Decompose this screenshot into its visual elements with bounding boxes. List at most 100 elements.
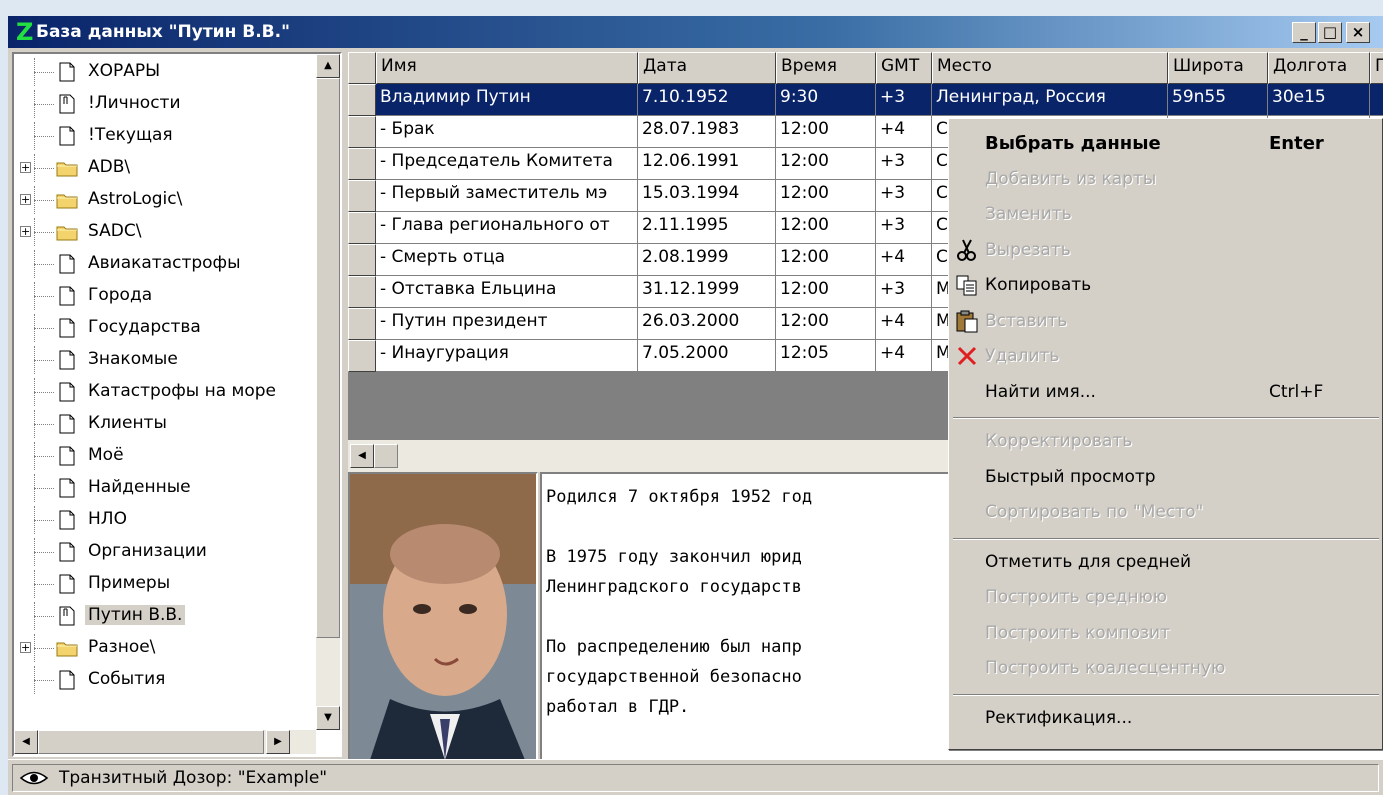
tree-hscroll-thumb[interactable] bbox=[38, 730, 264, 754]
tree-item[interactable]: События bbox=[14, 666, 310, 694]
table-cell[interactable]: +4 bbox=[876, 244, 932, 276]
tree-scroll-up-button[interactable]: ▲ bbox=[316, 54, 340, 78]
column-header[interactable]: Время bbox=[776, 52, 876, 84]
row-indicator[interactable] bbox=[348, 180, 376, 212]
table-cell[interactable]: 2.08.1999 bbox=[638, 244, 776, 276]
table-hscroll-thumb[interactable] bbox=[374, 444, 398, 468]
tree-horizontal-scrollbar[interactable]: ◀ ▶ bbox=[14, 730, 316, 754]
tree-item[interactable]: Клиенты bbox=[14, 410, 310, 438]
table-cell[interactable]: 12:00 bbox=[776, 180, 876, 212]
table-cell[interactable]: Ленинград, Россия bbox=[932, 84, 1168, 116]
row-indicator[interactable] bbox=[348, 84, 376, 116]
tree-item[interactable]: Путин В.В. bbox=[14, 602, 310, 630]
table-cell[interactable]: 12:05 bbox=[776, 340, 876, 372]
table-cell[interactable]: +4 bbox=[876, 308, 932, 340]
table-cell[interactable]: 12:00 bbox=[776, 308, 876, 340]
row-indicator[interactable] bbox=[348, 116, 376, 148]
expand-toggle-icon[interactable]: + bbox=[20, 194, 31, 205]
row-indicator[interactable] bbox=[348, 148, 376, 180]
menu-item[interactable]: Выбрать данные Enter bbox=[949, 127, 1369, 159]
table-cell[interactable]: 7.10.1952 bbox=[638, 84, 776, 116]
tree-item[interactable]: Катастрофы на море bbox=[14, 378, 310, 406]
tree-item[interactable]: Организации bbox=[14, 538, 310, 566]
row-indicator[interactable] bbox=[348, 340, 376, 372]
table-scroll-left-button[interactable]: ◀ bbox=[350, 444, 374, 468]
table-cell[interactable]: 26.03.2000 bbox=[638, 308, 776, 340]
tree-item[interactable]: Примеры bbox=[14, 570, 310, 598]
menu-item[interactable]: Быстрый просмотр bbox=[949, 461, 1369, 493]
table-cell[interactable]: - Первый заместитель мэ bbox=[376, 180, 638, 212]
expand-toggle-icon[interactable]: + bbox=[20, 162, 31, 173]
table-cell[interactable]: - Смерть отца bbox=[376, 244, 638, 276]
table-cell[interactable]: 7.05.2000 bbox=[638, 340, 776, 372]
column-header[interactable]: GMT bbox=[876, 52, 932, 84]
tree-vertical-scrollbar[interactable]: ▲ ▼ bbox=[316, 54, 340, 730]
menu-item[interactable]: Копировать bbox=[949, 269, 1369, 301]
table-cell[interactable]: 12:00 bbox=[776, 148, 876, 180]
table-cell[interactable]: +3 bbox=[876, 180, 932, 212]
tree-item[interactable]: Моё bbox=[14, 442, 310, 470]
table-cell[interactable]: - Инаугурация bbox=[376, 340, 638, 372]
table-cell[interactable]: 31.12.1999 bbox=[638, 276, 776, 308]
tree-item[interactable]: Государства bbox=[14, 314, 310, 342]
table-cell[interactable]: - Председатель Комитета bbox=[376, 148, 638, 180]
tree-item[interactable]: НЛО bbox=[14, 506, 310, 534]
table-cell[interactable]: 12:00 bbox=[776, 212, 876, 244]
table-cell[interactable]: 12.06.1991 bbox=[638, 148, 776, 180]
table-cell[interactable]: 12:00 bbox=[776, 244, 876, 276]
table-cell[interactable]: Владимир Путин bbox=[376, 84, 638, 116]
table-cell[interactable]: 9:30 bbox=[776, 84, 876, 116]
tree-item[interactable]: Знакомые bbox=[14, 346, 310, 374]
tree-item[interactable]: Авиакатастрофы bbox=[14, 250, 310, 278]
column-header[interactable]: Имя bbox=[376, 52, 638, 84]
table-cell[interactable]: +3 bbox=[876, 212, 932, 244]
database-tree[interactable]: ХОРАРЫ !Личности !Текущая + ADB\ + AstroLogic\… bbox=[12, 52, 342, 757]
tree-item[interactable]: + ADB\ bbox=[14, 154, 310, 182]
tree-item[interactable]: !Текущая bbox=[14, 122, 310, 150]
tree-item[interactable]: + SADC\ bbox=[14, 218, 310, 246]
maximize-button[interactable]: □ bbox=[1318, 22, 1342, 43]
context-menu[interactable]: Выбрать данные Enter Добавить из карты Заме… bbox=[948, 118, 1383, 750]
menu-item[interactable]: Отметить для средней bbox=[949, 546, 1369, 578]
table-cell[interactable]: 30e15 bbox=[1268, 84, 1370, 116]
table-cell[interactable]: 59n55 bbox=[1168, 84, 1268, 116]
column-header[interactable]: Долгота bbox=[1268, 52, 1370, 84]
tree-item[interactable]: + AstroLogic\ bbox=[14, 186, 310, 214]
tree-scroll-right-button[interactable]: ▶ bbox=[266, 730, 290, 754]
table-cell[interactable]: 2.11.1995 bbox=[638, 212, 776, 244]
menu-item[interactable]: Найти имя... Ctrl+F bbox=[949, 376, 1369, 408]
table-cell[interactable]: - Брак bbox=[376, 116, 638, 148]
row-indicator[interactable] bbox=[348, 244, 376, 276]
table-cell[interactable]: - Отставка Ельцина bbox=[376, 276, 638, 308]
minimize-button[interactable]: _ bbox=[1292, 22, 1316, 43]
expand-toggle-icon[interactable]: + bbox=[20, 226, 31, 237]
tree-scroll-thumb[interactable] bbox=[316, 78, 340, 638]
column-header[interactable]: П bbox=[1370, 52, 1383, 84]
table-cell[interactable]: 12:00 bbox=[776, 276, 876, 308]
table-cell[interactable]: - Глава регионального от bbox=[376, 212, 638, 244]
table-cell[interactable]: 15.03.1994 bbox=[638, 180, 776, 212]
tree-item[interactable]: !Личности bbox=[14, 90, 310, 118]
table-cell[interactable]: - Путин президент bbox=[376, 308, 638, 340]
table-cell[interactable] bbox=[1370, 84, 1383, 116]
table-cell[interactable]: 28.07.1983 bbox=[638, 116, 776, 148]
tree-item[interactable]: Города bbox=[14, 282, 310, 310]
column-header[interactable]: Место bbox=[932, 52, 1168, 84]
table-cell[interactable]: 12:00 bbox=[776, 116, 876, 148]
row-indicator[interactable] bbox=[348, 276, 376, 308]
tree-scroll-down-button[interactable]: ▼ bbox=[316, 706, 340, 730]
tree-item[interactable]: Найденные bbox=[14, 474, 310, 502]
tree-item[interactable]: ХОРАРЫ bbox=[14, 58, 310, 86]
table-cell[interactable]: +3 bbox=[876, 148, 932, 180]
table-cell[interactable]: +3 bbox=[876, 84, 932, 116]
expand-toggle-icon[interactable]: + bbox=[20, 642, 31, 653]
table-cell[interactable]: +4 bbox=[876, 340, 932, 372]
menu-item[interactable]: Ректификация... bbox=[949, 702, 1369, 734]
tree-item[interactable]: + Разное\ bbox=[14, 634, 310, 662]
column-header[interactable]: Широта bbox=[1168, 52, 1268, 84]
tree-scroll-left-button[interactable]: ◀ bbox=[14, 730, 38, 754]
column-header[interactable]: Дата bbox=[638, 52, 776, 84]
table-cell[interactable]: +3 bbox=[876, 276, 932, 308]
table-cell[interactable]: +4 bbox=[876, 116, 932, 148]
close-button[interactable]: × bbox=[1346, 22, 1370, 43]
